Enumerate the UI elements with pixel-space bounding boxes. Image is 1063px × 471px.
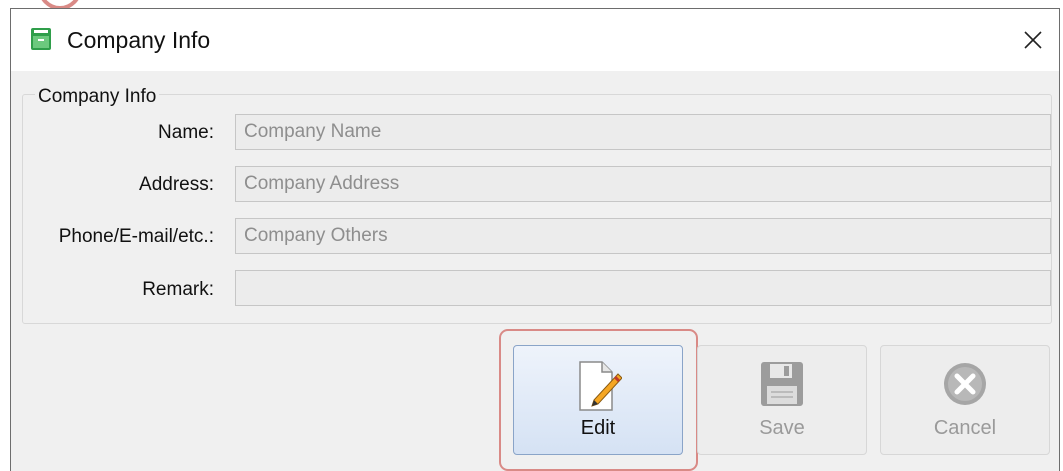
close-icon[interactable] xyxy=(1023,30,1043,50)
edit-button-label: Edit xyxy=(580,417,616,439)
phone-email-input[interactable] xyxy=(235,218,1051,254)
company-info-dialog: Company Info Company Info Name: Address:… xyxy=(10,8,1060,471)
address-input[interactable] xyxy=(235,166,1051,202)
phone-email-label: Phone/E-mail/etc.: xyxy=(58,226,214,247)
edit-document-pencil-icon xyxy=(574,360,623,417)
name-label: Name: xyxy=(158,122,214,143)
address-label: Address: xyxy=(139,174,214,195)
cancel-button[interactable]: Cancel xyxy=(880,345,1050,455)
annotation-circle-fragment xyxy=(38,0,82,8)
save-button[interactable]: Save xyxy=(697,345,867,455)
app-icon xyxy=(31,28,51,50)
title-bar: Company Info xyxy=(11,9,1059,71)
edit-button[interactable]: Edit xyxy=(513,345,683,455)
floppy-disk-icon xyxy=(760,360,804,413)
window-title: Company Info xyxy=(67,27,211,53)
close-button[interactable] xyxy=(1007,9,1059,71)
cancel-button-label: Cancel xyxy=(933,417,997,439)
remark-label: Remark: xyxy=(142,279,214,300)
groupbox-legend: Company Info xyxy=(35,86,160,108)
save-button-label: Save xyxy=(759,417,805,439)
cancel-x-icon xyxy=(941,360,989,413)
remark-input[interactable] xyxy=(235,270,1051,306)
name-input[interactable] xyxy=(235,114,1051,150)
